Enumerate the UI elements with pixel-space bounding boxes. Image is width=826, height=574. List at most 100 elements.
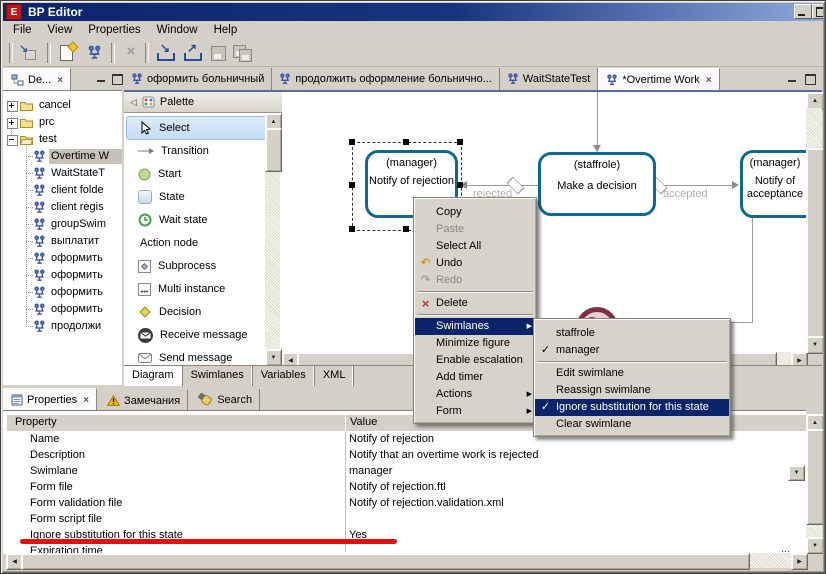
palette-item-send-message[interactable]: Send message <box>126 347 275 365</box>
tab-xml[interactable]: XML <box>315 366 355 386</box>
menu-item-undo[interactable]: ↶ Undo <box>415 255 535 272</box>
selection-handle[interactable] <box>457 182 463 188</box>
menu-item-add-timer[interactable]: Add timer <box>415 369 535 386</box>
tree-item-process[interactable]: client regis <box>3 199 122 216</box>
palette-item-select[interactable]: Select <box>126 116 277 140</box>
editor-maximize-icon[interactable] <box>803 73 816 85</box>
palette-item-transition[interactable]: Transition <box>126 140 275 162</box>
editor-tab[interactable]: продолжить оформление больнично... <box>272 68 500 90</box>
node-notify-of-acceptance[interactable]: (manager) Notify of acceptance <box>740 150 806 218</box>
expiration-ellipsis-button[interactable]: ... <box>781 543 790 555</box>
editor-tab[interactable]: оформить больничный <box>124 68 273 90</box>
canvas-vscroll-thumb[interactable] <box>806 148 824 340</box>
tab-search[interactable]: Search <box>191 388 261 411</box>
property-row-expiration-time[interactable]: Expiration time <box>6 543 806 557</box>
selection-handle[interactable] <box>349 139 355 145</box>
tree-item-process[interactable]: groupSwim <box>3 216 122 233</box>
tree-item-process[interactable]: WaitStateT <box>3 165 122 182</box>
tree-item-process[interactable]: client folde <box>3 182 122 199</box>
menu-item-delete[interactable]: × Delete <box>415 295 535 312</box>
tree-item-process[interactable]: продолжи <box>3 318 122 335</box>
property-value[interactable]: Notify of rejection.validation.xml <box>349 495 504 511</box>
new-file-icon[interactable] <box>55 41 79 63</box>
menu-window[interactable]: Window <box>149 22 206 39</box>
new-process-icon[interactable] <box>82 43 106 63</box>
swimlane-dropdown-button[interactable]: ▼ <box>788 465 805 481</box>
palette-item-start[interactable]: Start <box>126 163 275 185</box>
menu-view[interactable]: View <box>40 22 81 39</box>
props-scroll-down[interactable]: ▼ <box>806 537 824 554</box>
property-row-description[interactable]: Description Notify that an overtime work… <box>6 447 806 464</box>
tab-swimlanes[interactable]: Swimlanes <box>183 366 253 386</box>
menu-help[interactable]: Help <box>206 22 246 39</box>
tree-item-cancel[interactable]: cancel <box>3 97 122 114</box>
editor-tab-active[interactable]: *Overtime Work × <box>598 68 720 91</box>
panel-minimize-icon[interactable] <box>95 73 108 84</box>
palette-item-multi-instance[interactable]: Multi instance <box>126 278 275 300</box>
close-icon[interactable]: × <box>83 395 89 406</box>
delete-icon[interactable]: × <box>119 43 143 63</box>
menu-item-actions[interactable]: Actions ▶ <box>415 386 535 403</box>
title-bar[interactable]: E BP Editor <box>3 3 823 21</box>
transition-line-rejected[interactable] <box>467 185 538 186</box>
property-row-form-validation-file[interactable]: Form validation file Notify of rejection… <box>6 495 806 512</box>
submenu-item-clear-swimlane[interactable]: Clear swimlane <box>535 416 729 433</box>
menu-item-paste[interactable]: Paste <box>415 221 535 238</box>
tree-item-process[interactable]: оформить <box>3 250 122 267</box>
property-value[interactable]: Notify that an overtime work is rejected <box>349 447 539 463</box>
submenu-item-ignore-substitution[interactable]: ✓ Ignore substitution for this state <box>535 399 729 416</box>
submenu-item-staffrole[interactable]: staffrole <box>535 325 729 342</box>
collapse-minus-icon[interactable] <box>7 135 18 146</box>
palette-scroll-down[interactable]: ▼ <box>265 349 282 365</box>
navigate-icon[interactable]: ↘ <box>16 43 40 63</box>
save-all-icon[interactable] <box>231 43 255 63</box>
tab-remarks[interactable]: Замечания <box>100 389 189 412</box>
panel-maximize-icon[interactable] <box>110 73 123 85</box>
import-icon[interactable]: ↘ <box>153 41 177 63</box>
menu-file[interactable]: File <box>5 22 40 39</box>
props-vscroll-thumb[interactable] <box>806 429 824 525</box>
palette-item-decision[interactable]: Decision <box>126 301 275 323</box>
menu-item-redo[interactable]: ↷ Redo <box>415 272 535 289</box>
tab-properties[interactable]: Properties × <box>3 388 97 411</box>
property-row-form-file[interactable]: Form file Notify of rejection.ftl <box>6 479 806 496</box>
collapse-palette-icon[interactable]: ◁ <box>130 97 137 108</box>
node-make-a-decision[interactable]: (staffrole) Make a decision <box>538 152 656 216</box>
selection-handle[interactable] <box>457 139 463 145</box>
editor-tab[interactable]: WaitStateTest <box>500 68 599 90</box>
palette-item-receive-message[interactable]: Receive message <box>126 324 275 346</box>
transition-label-accepted[interactable]: accepted <box>663 188 708 200</box>
property-value[interactable]: manager <box>349 463 392 479</box>
submenu-item-manager[interactable]: ✓ manager <box>535 342 729 359</box>
diagram-canvas[interactable]: rejected accepted (manager) Notify of re… <box>282 92 806 352</box>
submenu-item-reassign-swimlane[interactable]: Reassign swimlane <box>535 382 729 399</box>
props-scroll-right[interactable]: ▶ <box>791 553 808 570</box>
editor-minimize-icon[interactable] <box>786 73 799 84</box>
window-maximize-button[interactable] <box>812 4 826 19</box>
menu-item-form[interactable]: Form ▶ <box>415 403 535 420</box>
selection-handle[interactable] <box>403 226 409 232</box>
tree-item-process[interactable]: выплатит <box>3 233 122 250</box>
menu-item-select-all[interactable]: Select All <box>415 238 535 255</box>
expand-plus-icon[interactable] <box>7 101 18 112</box>
palette-item-action-node[interactable]: Action node <box>126 232 277 254</box>
tab-explorer[interactable]: De... × <box>3 68 72 91</box>
props-hscroll-thumb[interactable] <box>21 553 750 570</box>
tree-item-process[interactable]: оформить <box>3 284 122 301</box>
menu-item-copy[interactable]: Copy <box>415 204 535 221</box>
tree-item-prc[interactable]: prc <box>3 114 122 131</box>
transition-line[interactable] <box>597 92 598 145</box>
tab-diagram[interactable]: Diagram <box>124 366 183 386</box>
tree-item-process[interactable]: Overtime W <box>3 148 122 165</box>
window-minimize-button[interactable] <box>794 4 812 19</box>
table-column-divider[interactable] <box>345 431 346 552</box>
menu-item-swimlanes[interactable]: Swimlanes ▶ <box>415 318 535 335</box>
tab-variables[interactable]: Variables <box>253 366 315 386</box>
save-icon[interactable] <box>207 43 231 63</box>
expand-plus-icon[interactable] <box>7 118 18 129</box>
transition-line[interactable] <box>752 212 753 322</box>
palette-item-subprocess[interactable]: Subprocess <box>126 255 275 277</box>
property-row-swimlane[interactable]: Swimlane manager <box>6 463 806 480</box>
close-icon[interactable]: × <box>57 75 63 86</box>
palette-header[interactable]: ◁ Palette <box>124 92 282 113</box>
